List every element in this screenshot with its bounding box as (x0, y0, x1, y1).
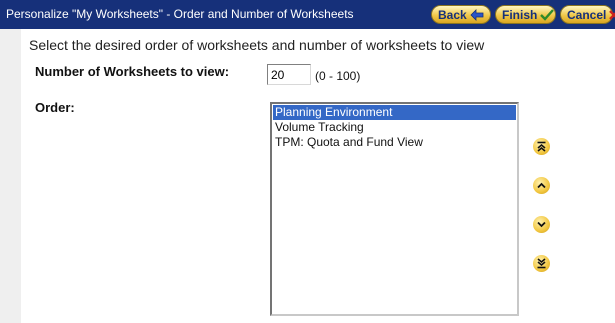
main-panel: Select the desired order of worksheets a… (21, 29, 615, 323)
list-item[interactable]: Volume Tracking (273, 120, 516, 135)
order-label: Order: (35, 100, 75, 115)
cancel-button[interactable]: Cancel (560, 5, 615, 24)
checkmark-icon (540, 8, 555, 21)
finish-button-label: Finish (502, 7, 538, 22)
move-to-bottom-button[interactable] (533, 255, 550, 272)
cancel-button-label: Cancel (567, 7, 607, 22)
instructions-text: Select the desired order of worksheets a… (29, 37, 485, 53)
move-down-button[interactable] (533, 216, 550, 233)
back-arrow-icon (470, 8, 484, 21)
list-item[interactable]: Planning Environment (273, 105, 516, 120)
worksheet-count-input[interactable] (267, 64, 311, 85)
move-up-button[interactable] (533, 177, 550, 194)
worksheet-count-range: (0 - 100) (315, 69, 361, 83)
page-title: Personalize "My Worksheets" - Order and … (6, 7, 354, 21)
finish-button[interactable]: Finish (495, 5, 556, 24)
back-button-label: Back (438, 7, 467, 22)
back-button[interactable]: Back (431, 5, 491, 24)
chevron-down-icon (537, 221, 546, 228)
worksheet-count-label: Number of Worksheets to view: (35, 64, 230, 79)
double-chevron-up-icon (537, 141, 546, 152)
list-item[interactable]: TPM: Quota and Fund View (273, 135, 516, 150)
double-chevron-down-icon (537, 258, 546, 269)
chevron-up-icon (537, 182, 546, 189)
move-to-top-button[interactable] (533, 138, 550, 155)
worksheet-order-listbox[interactable]: Planning Environment Volume Tracking TPM… (270, 102, 519, 316)
header-bar: Personalize "My Worksheets" - Order and … (0, 0, 615, 29)
close-icon (609, 9, 615, 20)
